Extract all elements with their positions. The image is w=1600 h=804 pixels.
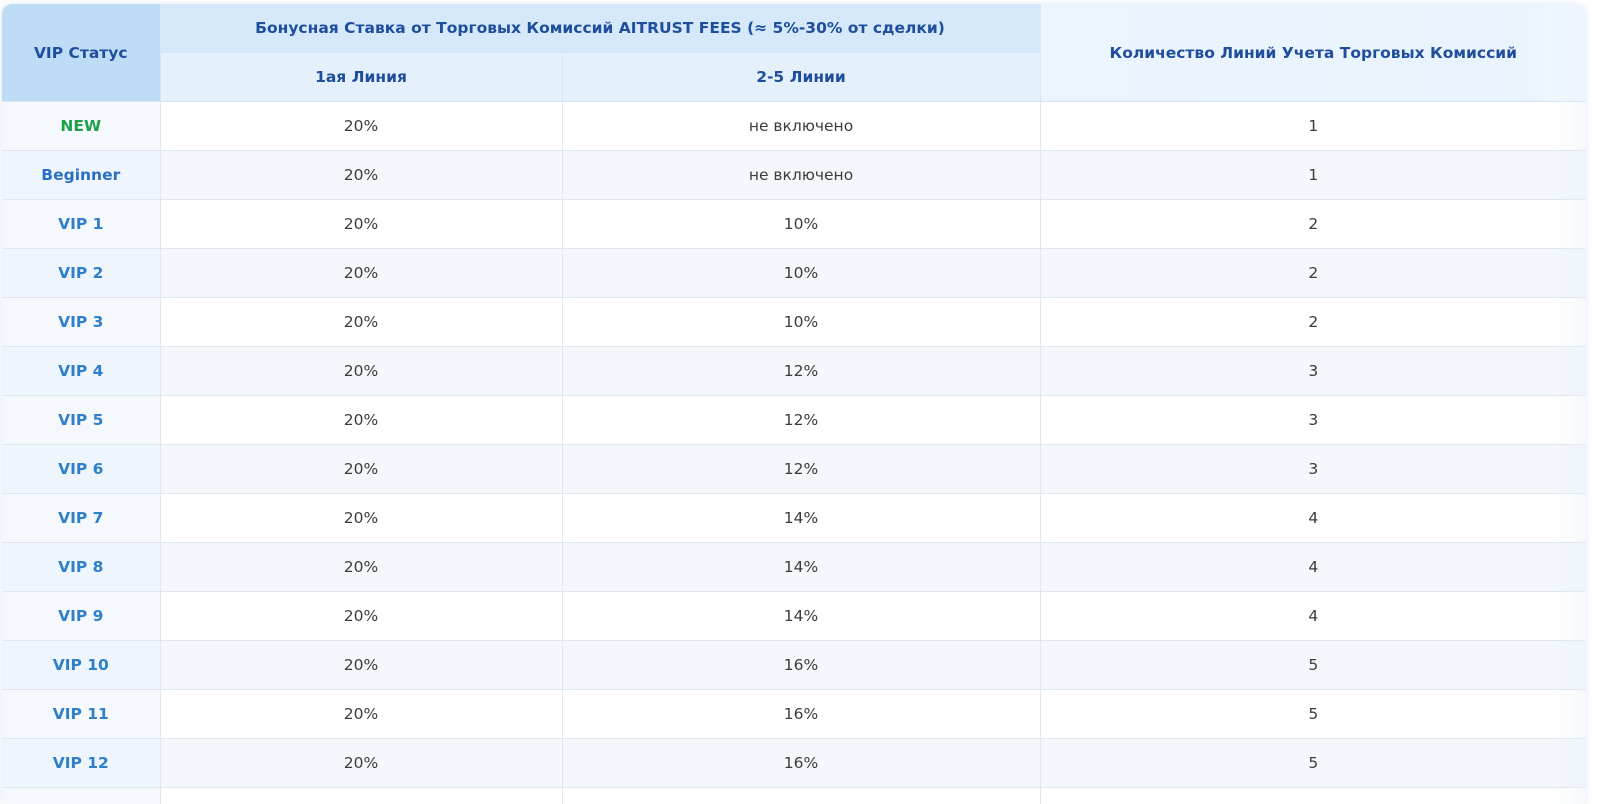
vip-status-cell: VIP 1 <box>2 199 161 249</box>
first-line-rate-cell: 20% <box>159 395 563 445</box>
lines-count-cell: 1 <box>1039 101 1586 151</box>
vip-status-cell: VIP 9 <box>2 591 161 641</box>
table-row: VIP 3 20% 10% 2 <box>2 297 1586 347</box>
vip-status-cell: VIP 6 <box>2 444 161 494</box>
first-line-rate-cell: 20% <box>159 591 563 641</box>
vip-table-container: VIP Статус Бонусная Ставка от Торговых К… <box>2 4 1586 804</box>
table-row: VIP 10 20% 16% 5 <box>2 640 1586 690</box>
first-line-rate-cell: 20% <box>159 150 563 200</box>
lines-count-cell: 3 <box>1039 395 1586 445</box>
lines-2-5-rate-cell: 10% <box>561 199 1041 249</box>
table-row: VIP 9 20% 14% 4 <box>2 591 1586 641</box>
table-row <box>2 787 1586 804</box>
first-line-rate-cell <box>159 787 563 804</box>
lines-count-cell: 4 <box>1039 542 1586 592</box>
table-row: VIP 6 20% 12% 3 <box>2 444 1586 494</box>
table-row: VIP 11 20% 16% 5 <box>2 689 1586 739</box>
table-row: VIP 7 20% 14% 4 <box>2 493 1586 543</box>
lines-2-5-header: 2-5 Линии <box>561 52 1041 102</box>
lines-2-5-rate-cell: не включено <box>561 150 1041 200</box>
first-line-rate-cell: 20% <box>159 346 563 396</box>
vip-status-cell: VIP 10 <box>2 640 161 690</box>
first-line-rate-cell: 20% <box>159 297 563 347</box>
lines-count-cell: 2 <box>1039 199 1586 249</box>
vip-status-cell: VIP 4 <box>2 346 161 396</box>
first-line-rate-cell: 20% <box>159 248 563 298</box>
first-line-rate-cell: 20% <box>159 689 563 739</box>
lines-count-cell: 5 <box>1039 738 1586 788</box>
lines-2-5-rate-cell: 16% <box>561 738 1041 788</box>
lines-count-cell: 2 <box>1039 297 1586 347</box>
lines-2-5-rate-cell: 16% <box>561 689 1041 739</box>
first-line-rate-cell: 20% <box>159 444 563 494</box>
bonus-rate-group-header: Бонусная Ставка от Торговых Комиссий AIT… <box>159 4 1041 53</box>
vip-status-cell: VIP 8 <box>2 542 161 592</box>
lines-2-5-rate-cell: 10% <box>561 248 1041 298</box>
table-row: VIP 8 20% 14% 4 <box>2 542 1586 592</box>
lines-count-cell <box>1039 787 1586 804</box>
lines-count-cell: 4 <box>1039 591 1586 641</box>
lines-count-cell: 3 <box>1039 444 1586 494</box>
lines-2-5-rate-cell: 12% <box>561 395 1041 445</box>
vip-status-cell: VIP 12 <box>2 738 161 788</box>
vip-status-cell: NEW <box>2 101 161 151</box>
first-line-rate-cell: 20% <box>159 199 563 249</box>
lines-2-5-rate-cell: 14% <box>561 493 1041 543</box>
first-line-rate-cell: 20% <box>159 738 563 788</box>
vip-status-header: VIP Статус <box>2 4 161 102</box>
lines-count-cell: 3 <box>1039 346 1586 396</box>
lines-2-5-rate-cell: 10% <box>561 297 1041 347</box>
lines-2-5-rate-cell: 12% <box>561 346 1041 396</box>
lines-count-cell: 5 <box>1039 640 1586 690</box>
lines-count-cell: 4 <box>1039 493 1586 543</box>
table-row: NEW 20% не включено 1 <box>2 101 1586 151</box>
lines-count-cell: 2 <box>1039 248 1586 298</box>
table-row: VIP 2 20% 10% 2 <box>2 248 1586 298</box>
first-line-rate-cell: 20% <box>159 542 563 592</box>
lines-2-5-rate-cell: 14% <box>561 591 1041 641</box>
first-line-rate-cell: 20% <box>159 101 563 151</box>
table-body: NEW 20% не включено 1 Beginner 20% не включено… <box>2 101 1586 804</box>
vip-status-cell: Beginner <box>2 150 161 200</box>
first-line-rate-cell: 20% <box>159 493 563 543</box>
lines-count-cell: 5 <box>1039 689 1586 739</box>
first-line-rate-cell: 20% <box>159 640 563 690</box>
vip-status-cell: VIP 7 <box>2 493 161 543</box>
table-row: VIP 12 20% 16% 5 <box>2 738 1586 788</box>
vip-commission-table: VIP Статус Бонусная Ставка от Торговых К… <box>2 4 1586 804</box>
table-row: VIP 4 20% 12% 3 <box>2 346 1586 396</box>
first-line-header: 1ая Линия <box>159 52 563 102</box>
vip-status-cell: VIP 3 <box>2 297 161 347</box>
lines-2-5-rate-cell: 16% <box>561 640 1041 690</box>
vip-status-cell <box>2 787 161 804</box>
table-row: Beginner 20% не включено 1 <box>2 150 1586 200</box>
lines-2-5-rate-cell <box>561 787 1041 804</box>
lines-2-5-rate-cell: не включено <box>561 101 1041 151</box>
vip-status-cell: VIP 2 <box>2 248 161 298</box>
lines-count-cell: 1 <box>1039 150 1586 200</box>
lines-2-5-rate-cell: 14% <box>561 542 1041 592</box>
lines-count-header: Количество Линий Учета Торговых Комиссий <box>1039 4 1586 102</box>
vip-status-cell: VIP 11 <box>2 689 161 739</box>
lines-2-5-rate-cell: 12% <box>561 444 1041 494</box>
table-row: VIP 1 20% 10% 2 <box>2 199 1586 249</box>
table-row: VIP 5 20% 12% 3 <box>2 395 1586 445</box>
vip-status-cell: VIP 5 <box>2 395 161 445</box>
